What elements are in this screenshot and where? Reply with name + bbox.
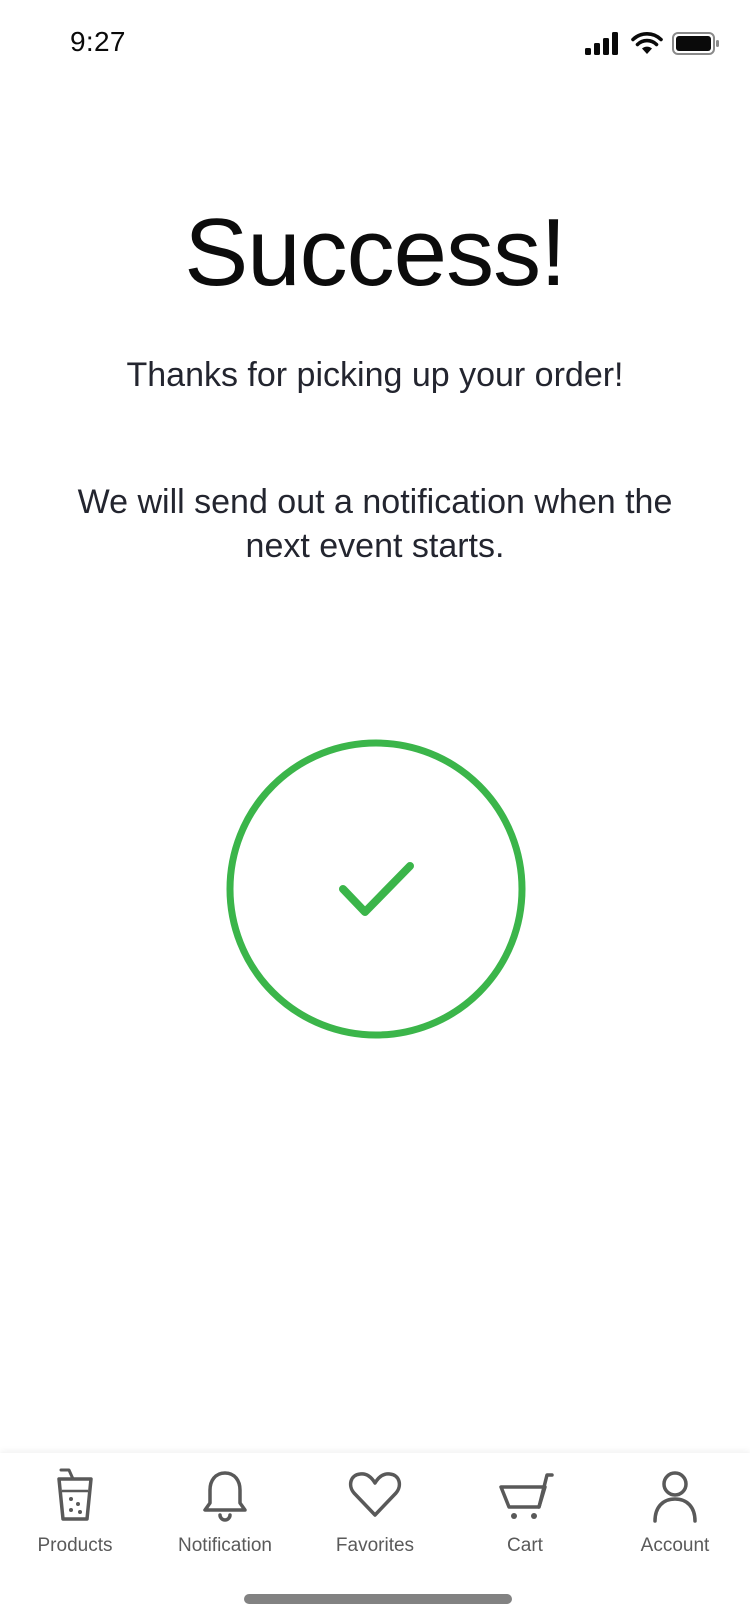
tab-favorites[interactable]: Favorites [300,1465,450,1565]
user-icon [600,1465,750,1525]
thank-you-subtitle: Thanks for picking up your order! [126,356,624,394]
wifi-icon [631,30,663,61]
notification-message: We will send out a notification when the… [77,483,673,565]
status-bar: 9:27 [0,0,750,92]
cellular-signal-icon [585,32,621,61]
tab-label: Cart [507,1535,543,1556]
tab-notification[interactable]: Notification [150,1465,300,1565]
tab-cart[interactable]: Cart [450,1465,600,1565]
tab-label: Account [640,1535,710,1556]
cart-icon [450,1465,600,1525]
tab-label: Favorites [335,1535,415,1556]
checkmark-circle-icon [225,738,527,1040]
home-indicator[interactable] [244,1594,512,1604]
page-title: Success! [184,199,566,306]
battery-icon [672,32,720,61]
bell-icon [150,1465,300,1525]
heart-icon [300,1465,450,1525]
status-time: 9:27 [70,26,126,57]
drink-cup-icon [0,1465,150,1525]
tab-products[interactable]: Products [0,1465,150,1565]
tab-label: Products [37,1535,113,1556]
tab-label: Notification [178,1535,272,1556]
tab-account[interactable]: Account [600,1465,750,1565]
